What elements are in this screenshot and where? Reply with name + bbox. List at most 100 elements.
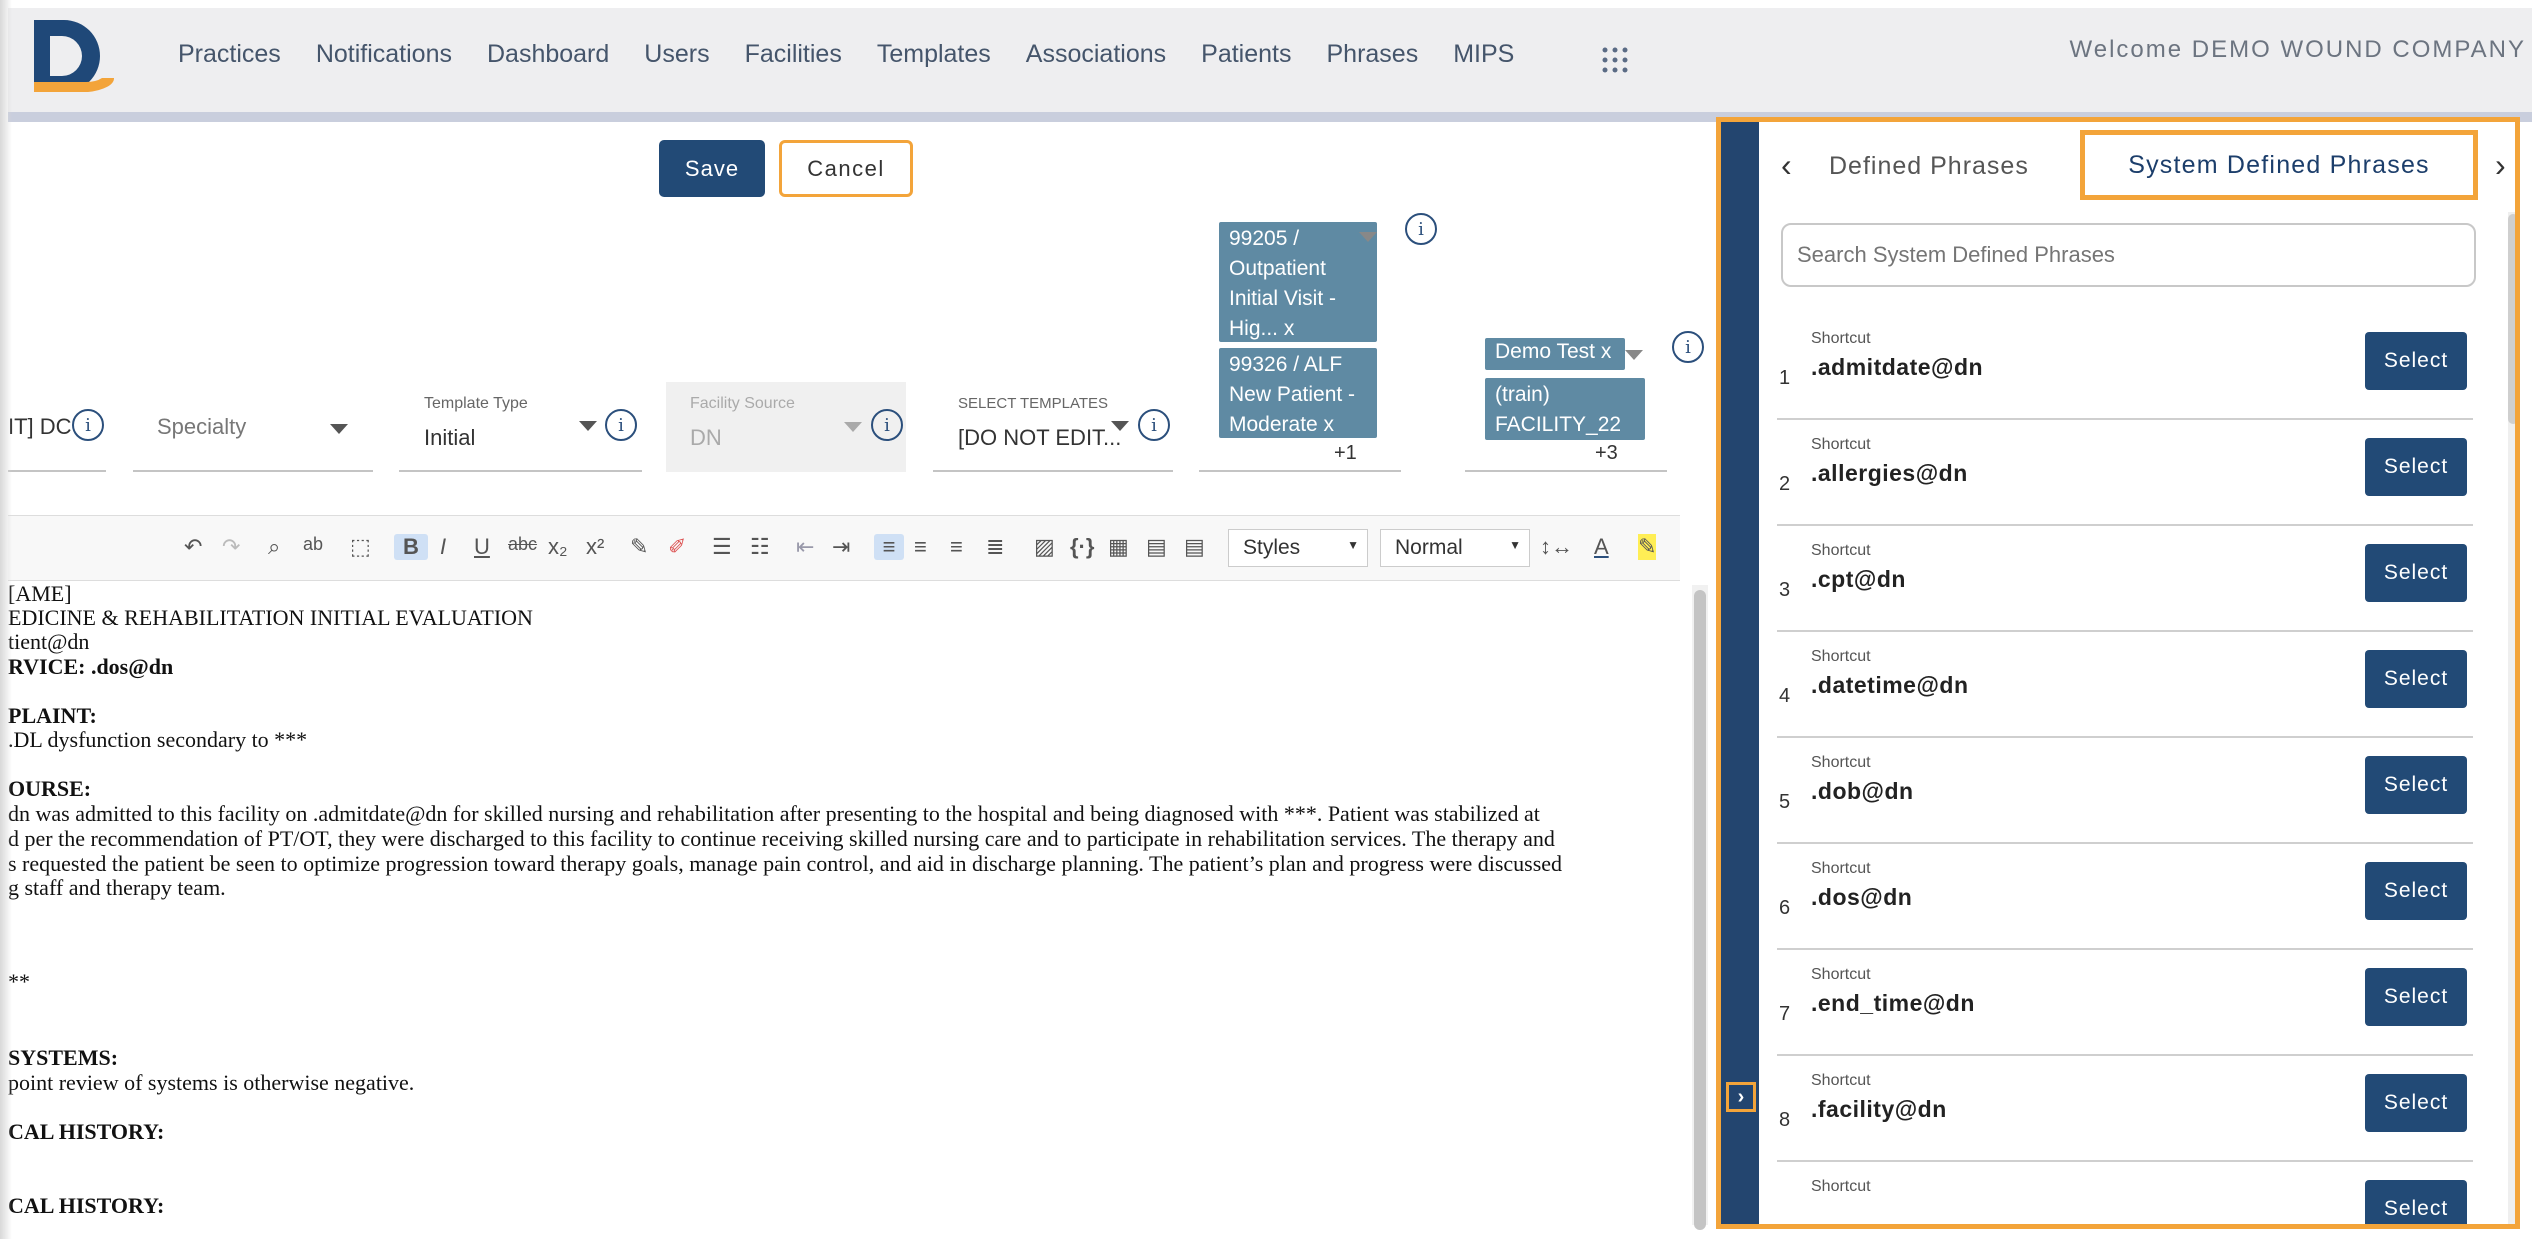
nav-mips[interactable]: MIPS (1453, 40, 1514, 69)
select-button[interactable]: Select (2365, 756, 2467, 814)
info-icon[interactable]: i (1138, 409, 1170, 441)
find-icon[interactable]: ⌕ (268, 534, 280, 560)
info-icon[interactable]: i (871, 409, 903, 441)
select-button[interactable]: Select (2365, 968, 2467, 1026)
shortcut-label: Shortcut (1811, 330, 1871, 347)
chevron-right-icon[interactable]: › (2495, 147, 2506, 184)
strike-icon[interactable]: abc (508, 534, 537, 555)
superscript-icon[interactable]: x² (586, 534, 604, 560)
nav-practices[interactable]: Practices (178, 40, 281, 69)
shortcut-label: Shortcut (1811, 542, 1871, 559)
select-all-icon[interactable]: ⬚ (350, 534, 371, 560)
info-icon[interactable]: i (1405, 213, 1437, 245)
info-icon[interactable]: i (605, 409, 637, 441)
phrase-index: 8 (1779, 1109, 1791, 1131)
nav-associations[interactable]: Associations (1026, 40, 1166, 69)
chevron-right-icon[interactable]: › (1726, 1082, 1756, 1112)
numbered-list-icon[interactable]: ☰ (712, 534, 732, 560)
tab-system-defined-phrases[interactable]: System Defined Phrases (2080, 130, 2478, 200)
phrase-row: 5 Shortcut .dob@dn Select (1777, 738, 2473, 844)
highlight-color-icon[interactable]: ✎ (1638, 534, 1657, 560)
copy-format-icon[interactable]: ✎ (630, 534, 648, 560)
editor-content[interactable]: [AME] EDICINE & REHABILITATION INITIAL E… (8, 581, 1680, 1231)
main-nav: Practices Notifications Dashboard Users … (178, 40, 1549, 69)
panel-scrollbar-thumb[interactable] (2508, 214, 2515, 424)
align-center-icon[interactable]: ≡ (914, 534, 927, 560)
line-height-icon[interactable]: ↕↔ (1540, 534, 1573, 560)
select-button[interactable]: Select (2365, 650, 2467, 708)
indent-icon[interactable]: ⇥ (832, 534, 850, 560)
facility-chip[interactable]: (train) FACILITY_22 x (1485, 378, 1645, 466)
chevron-left-icon[interactable]: ‹ (1781, 147, 1792, 184)
image-icon[interactable]: ▨ (1034, 534, 1055, 560)
phrase-index: 2 (1779, 473, 1791, 495)
nav-dashboard[interactable]: Dashboard (487, 40, 609, 69)
select-button[interactable]: Select (2365, 438, 2467, 496)
phrase-row: 2 Shortcut .allergies@dn Select (1777, 420, 2473, 526)
select-button[interactable]: Select (2365, 862, 2467, 920)
app-logo[interactable] (28, 14, 118, 100)
remove-format-icon[interactable]: ✐ (668, 534, 686, 560)
align-left-icon[interactable]: ≡ (874, 534, 904, 560)
panel-side-bar (1721, 122, 1759, 1224)
select-button[interactable]: Select (2365, 1074, 2467, 1132)
redo-icon[interactable]: ↷ (222, 534, 240, 560)
template-alt-icon[interactable]: ▤ (1184, 534, 1205, 560)
styles-dropdown[interactable]: Styles ▼ (1228, 529, 1368, 567)
cpt-chip[interactable]: 99205 / Outpatient Initial Visit - Hig..… (1219, 222, 1377, 342)
format-dropdown[interactable]: Normal ▼ (1380, 529, 1530, 567)
info-icon[interactable]: i (72, 409, 104, 441)
spellcheck-icon[interactable]: ab (303, 534, 323, 555)
nav-notifications[interactable]: Notifications (316, 40, 452, 69)
facility-source-select: Facility Source DN (666, 382, 906, 472)
info-icon[interactable]: i (1672, 331, 1704, 363)
cancel-button[interactable]: Cancel (779, 140, 913, 197)
chevron-down-icon (844, 422, 862, 432)
editor-line: EDICINE & REHABILITATION INITIAL EVALUAT… (8, 605, 533, 630)
template-name-value: IT] DC (8, 414, 72, 439)
justify-icon[interactable]: ≣ (986, 534, 1004, 560)
editor-line: s requested the patient be seen to optim… (8, 851, 1563, 876)
shortcut-code: .datetime@dn (1811, 672, 1969, 698)
undo-icon[interactable]: ↶ (184, 534, 202, 560)
select-button[interactable]: Select (2365, 332, 2467, 390)
phrases-panel: › ‹ Defined Phrases System Defined Phras… (1716, 117, 2520, 1229)
select-templates-select[interactable]: SELECT TEMPLATES [DO NOT EDIT... (933, 385, 1173, 472)
italic-icon[interactable]: I (440, 534, 446, 560)
code-icon[interactable]: {·} (1070, 534, 1094, 560)
phrase-index: 7 (1779, 1003, 1791, 1025)
select-button[interactable]: Select (2365, 1180, 2467, 1224)
editor-scrollbar-thumb[interactable] (1694, 590, 1706, 1230)
shortcut-label: Shortcut (1811, 648, 1871, 665)
nav-patients[interactable]: Patients (1201, 40, 1291, 69)
facility-source-label: Facility Source (690, 395, 795, 412)
nav-phrases[interactable]: Phrases (1327, 40, 1419, 69)
outdent-icon[interactable]: ⇤ (796, 534, 814, 560)
template-icon[interactable]: ▤ (1146, 534, 1167, 560)
nav-templates[interactable]: Templates (877, 40, 991, 69)
table-icon[interactable]: ▦ (1108, 534, 1129, 560)
apps-grid-icon[interactable] (1601, 46, 1629, 74)
nav-users[interactable]: Users (644, 40, 709, 69)
phrase-index: 4 (1779, 685, 1791, 707)
cpt-chip[interactable]: 99326 / ALF New Patient - Moderate x (1219, 348, 1377, 438)
tab-defined-phrases[interactable]: Defined Phrases (1829, 152, 2029, 181)
underline-icon[interactable]: U (474, 534, 490, 560)
text-color-icon[interactable]: A (1594, 534, 1609, 560)
cpt-more-count: +1 (1334, 442, 1357, 464)
chevron-down-icon (1625, 350, 1643, 360)
editor-line: d per the recommendation of PT/OT, they … (8, 826, 1555, 851)
specialty-select[interactable]: Specialty (133, 400, 373, 472)
nav-facilities[interactable]: Facilities (745, 40, 842, 69)
select-button[interactable]: Select (2365, 544, 2467, 602)
search-input[interactable] (1781, 223, 2476, 287)
phrase-row: Shortcut Select (1777, 1162, 2473, 1224)
facility-chip[interactable]: Demo Test x (1485, 338, 1625, 370)
bulleted-list-icon[interactable]: ☷ (750, 534, 770, 560)
facilities-multiselect[interactable]: Demo Test x (train) FACILITY_22 x +3 (1465, 330, 1667, 472)
subscript-icon[interactable]: x₂ (548, 534, 568, 560)
align-right-icon[interactable]: ≡ (950, 534, 963, 560)
cpt-codes-multiselect[interactable]: 99205 / Outpatient Initial Visit - Hig..… (1199, 220, 1401, 472)
save-button[interactable]: Save (659, 140, 765, 197)
bold-icon[interactable]: B (394, 534, 428, 560)
